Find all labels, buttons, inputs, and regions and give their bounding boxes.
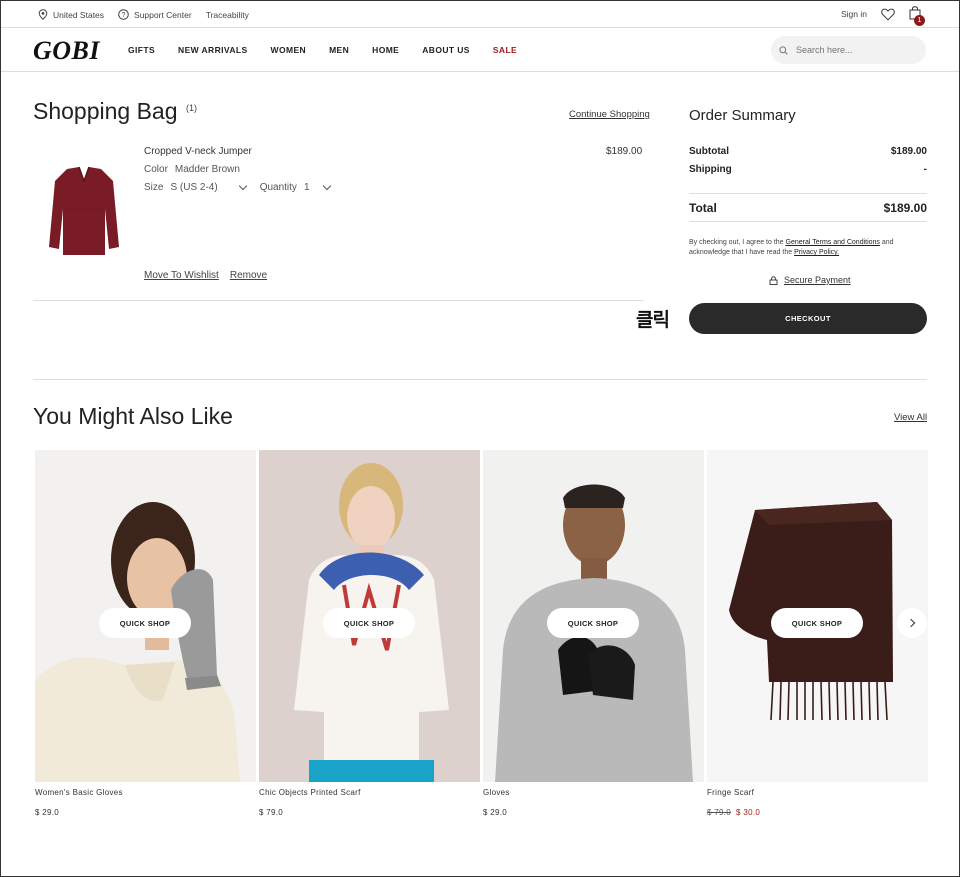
region-selector[interactable]: United States <box>38 9 104 20</box>
help-circle-icon: ? <box>118 9 129 20</box>
quick-shop-button[interactable]: QUICK SHOP <box>99 608 191 638</box>
product-image-fringe-scarf[interactable]: QUICK SHOP <box>707 450 928 782</box>
bag-item-count: (1) <box>186 103 197 113</box>
quantity-select[interactable]: 1 <box>304 182 310 193</box>
privacy-policy-link[interactable]: Privacy Policy. <box>794 249 839 256</box>
support-center-link[interactable]: ? Support Center <box>118 9 192 20</box>
utility-bar: United States ? Support Center Traceabil… <box>1 1 959 28</box>
nav-item-about-us[interactable]: ABOUT US <box>422 45 470 55</box>
product-name[interactable]: Fringe Scarf <box>707 788 928 800</box>
product-name[interactable]: Gloves <box>483 788 704 800</box>
move-to-wishlist-link[interactable]: Move To Wishlist <box>144 270 219 281</box>
nav-item-gifts[interactable]: GIFTS <box>128 45 155 55</box>
product-card[interactable]: QUICK SHOP Gloves $ 29.0 <box>483 450 704 817</box>
checkout-terms: By checking out, I agree to the General … <box>689 238 927 258</box>
nav-item-sale[interactable]: SALE <box>493 45 517 55</box>
shipping-value: - <box>923 164 927 175</box>
shipping-label: Shipping <box>689 164 732 175</box>
color-value: Madder Brown <box>174 164 240 175</box>
cart-item-options: Size S (US 2-4) Quantity 1 <box>144 181 331 193</box>
size-select[interactable]: S (US 2-4) <box>170 182 217 193</box>
carousel-next-button[interactable] <box>897 608 927 638</box>
nav-item-men[interactable]: MEN <box>329 45 349 55</box>
color-label: Color <box>144 164 168 175</box>
quantity-label: Quantity <box>259 182 297 193</box>
subtotal-label: Subtotal <box>689 146 729 157</box>
chevron-down-icon[interactable] <box>238 181 247 191</box>
terms-text: By checking out, I agree to the <box>689 239 786 246</box>
subtotal-row: Subtotal $189.00 <box>689 146 927 157</box>
cart-item-name[interactable]: Cropped V-neck Jumper <box>144 146 252 157</box>
remove-link[interactable]: Remove <box>230 270 267 281</box>
nav-links: GIFTS NEW ARRIVALS WOMEN MEN HOME ABOUT … <box>128 45 540 55</box>
total-row: Total $189.00 <box>689 201 927 215</box>
size-label: Size <box>144 182 164 193</box>
product-price: $ 29.0 <box>483 808 508 817</box>
location-pin-icon <box>38 9 48 20</box>
shipping-row: Shipping - <box>689 164 927 175</box>
chevron-down-icon[interactable] <box>322 181 331 191</box>
signin-link[interactable]: Sign in <box>841 9 867 19</box>
nav-item-new-arrivals[interactable]: NEW ARRIVALS <box>178 45 248 55</box>
sale-price: $ 30.0 <box>736 808 761 817</box>
nav-item-home[interactable]: HOME <box>372 45 399 55</box>
total-label: Total <box>689 201 717 215</box>
cart-item-color: Color Madder Brown <box>144 164 240 175</box>
product-name[interactable]: Chic Objects Printed Scarf <box>259 788 480 800</box>
checkout-button[interactable]: CHECKOUT <box>689 303 927 334</box>
cart-item-price: $189.00 <box>606 146 643 157</box>
view-all-link[interactable]: View All <box>894 412 927 423</box>
traceability-link[interactable]: Traceability <box>206 10 249 20</box>
search-input[interactable] <box>796 45 906 55</box>
order-summary-title: Order Summary <box>689 107 796 124</box>
section-divider <box>33 379 927 380</box>
cart-count-badge: 1 <box>914 15 925 26</box>
svg-text:?: ? <box>122 12 126 19</box>
subtotal-value: $189.00 <box>890 146 927 157</box>
continue-shopping-link[interactable]: Continue Shopping <box>569 109 650 120</box>
quick-shop-button[interactable]: QUICK SHOP <box>547 608 639 638</box>
recommendations-title: You Might Also Like <box>33 403 233 429</box>
quick-shop-button[interactable]: QUICK SHOP <box>771 608 863 638</box>
quick-shop-button[interactable]: QUICK SHOP <box>323 608 415 638</box>
cart-button[interactable]: 1 <box>909 6 925 26</box>
divider <box>689 193 927 194</box>
main-navigation: GOBI GIFTS NEW ARRIVALS WOMEN MEN HOME A… <box>1 28 959 72</box>
product-image-jumper[interactable] <box>39 159 129 269</box>
page-title: Shopping Bag <box>33 98 178 124</box>
secure-payment[interactable]: Secure Payment <box>769 275 851 285</box>
support-label: Support Center <box>134 9 192 20</box>
lock-icon <box>769 275 778 285</box>
region-label: United States <box>53 9 105 20</box>
product-card[interactable]: QUICK SHOP Fringe Scarf $ 79.0 $ 30.0 <box>707 450 928 817</box>
terms-link[interactable]: General Terms and Conditions <box>786 239 880 246</box>
total-value: $189.00 <box>883 201 927 215</box>
search-box[interactable] <box>771 36 926 64</box>
divider <box>33 300 644 301</box>
original-price: $ 79.0 <box>707 808 732 817</box>
nav-item-women[interactable]: WOMEN <box>271 45 307 55</box>
product-image-printed-scarf[interactable]: QUICK SHOP <box>259 450 480 782</box>
chevron-right-icon <box>906 618 915 628</box>
brand-logo[interactable]: GOBI <box>33 36 100 66</box>
secure-payment-label: Secure Payment <box>784 275 851 285</box>
product-price: $ 79.0 $ 30.0 <box>707 808 928 817</box>
product-price: $ 79.0 <box>259 808 284 817</box>
product-image-gloves[interactable]: QUICK SHOP <box>483 450 704 782</box>
cart-item-actions: Move To Wishlist Remove <box>144 270 267 281</box>
product-card[interactable]: QUICK SHOP Chic Objects Printed Scarf $ … <box>259 450 480 817</box>
product-card[interactable]: QUICK SHOP Women's Basic Gloves $ 29.0 <box>35 450 256 817</box>
product-price: $ 29.0 <box>35 808 60 817</box>
product-image-womens-gloves[interactable]: QUICK SHOP <box>35 450 256 782</box>
heart-icon[interactable] <box>881 8 895 21</box>
search-icon <box>779 45 788 55</box>
divider <box>689 221 927 222</box>
product-name[interactable]: Women's Basic Gloves <box>35 788 256 800</box>
click-annotation: 클릭 <box>636 310 670 331</box>
